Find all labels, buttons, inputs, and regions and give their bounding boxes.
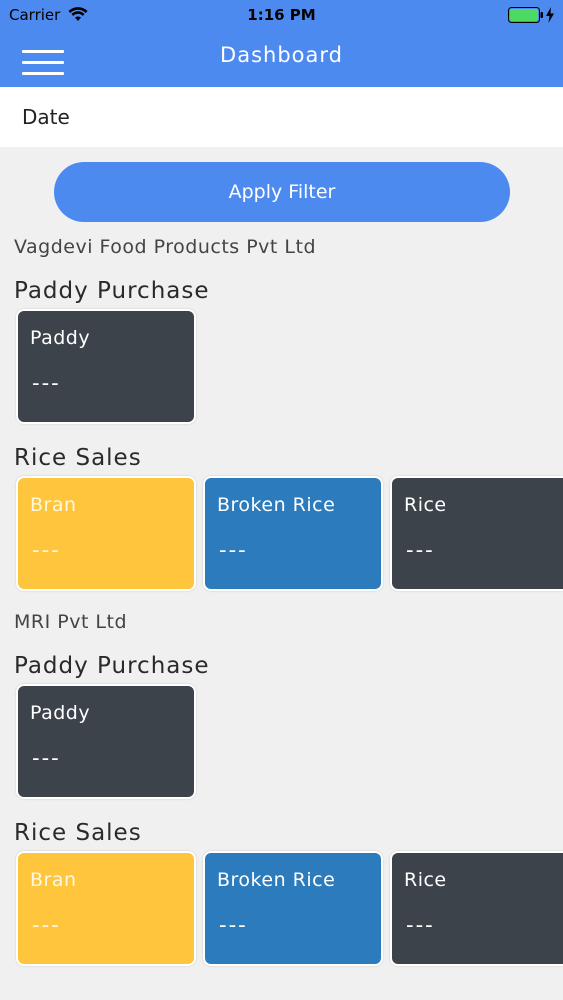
rice-card[interactable]: Rice --- (390, 851, 563, 966)
paddy-purchase-heading: Paddy Purchase (14, 278, 210, 304)
bran-card[interactable]: Bran --- (16, 851, 196, 966)
paddy-card[interactable]: Paddy --- (16, 309, 196, 424)
card-value: --- (32, 371, 61, 395)
rice-sales-heading: Rice Sales (14, 820, 142, 846)
paddy-card[interactable]: Paddy --- (16, 684, 196, 799)
card-label: Bran (30, 494, 77, 516)
card-value: --- (32, 538, 61, 562)
card-label: Rice (404, 494, 447, 516)
page-title: Dashboard (220, 43, 343, 67)
card-value: --- (32, 746, 61, 770)
rice-sales-heading: Rice Sales (14, 445, 142, 471)
card-value: --- (32, 913, 61, 937)
broken-rice-card[interactable]: Broken Rice --- (203, 476, 383, 591)
bran-card[interactable]: Bran --- (16, 476, 196, 591)
card-value: --- (406, 538, 435, 562)
card-label: Bran (30, 869, 77, 891)
rice-card[interactable]: Rice --- (390, 476, 563, 591)
apply-filter-button[interactable]: Apply Filter (54, 162, 510, 222)
card-value: --- (219, 913, 248, 937)
card-label: Broken Rice (217, 494, 336, 516)
status-bar: Carrier 1:16 PM (0, 0, 563, 30)
card-value: --- (219, 538, 248, 562)
company-name: MRI Pvt Ltd (14, 611, 128, 633)
company-name: Vagdevi Food Products Pvt Ltd (14, 236, 317, 258)
charging-bolt-icon (546, 7, 554, 23)
paddy-purchase-heading: Paddy Purchase (14, 653, 210, 679)
card-label: Paddy (30, 702, 91, 724)
date-field[interactable]: Date (0, 87, 563, 147)
broken-rice-card[interactable]: Broken Rice --- (203, 851, 383, 966)
card-label: Rice (404, 869, 447, 891)
status-time: 1:16 PM (247, 6, 316, 24)
card-label: Paddy (30, 327, 91, 349)
card-label: Broken Rice (217, 869, 336, 891)
battery-icon (508, 7, 543, 23)
card-value: --- (406, 913, 435, 937)
date-label: Date (22, 105, 70, 129)
nav-header: Carrier 1:16 PM Dashboard (0, 0, 563, 87)
